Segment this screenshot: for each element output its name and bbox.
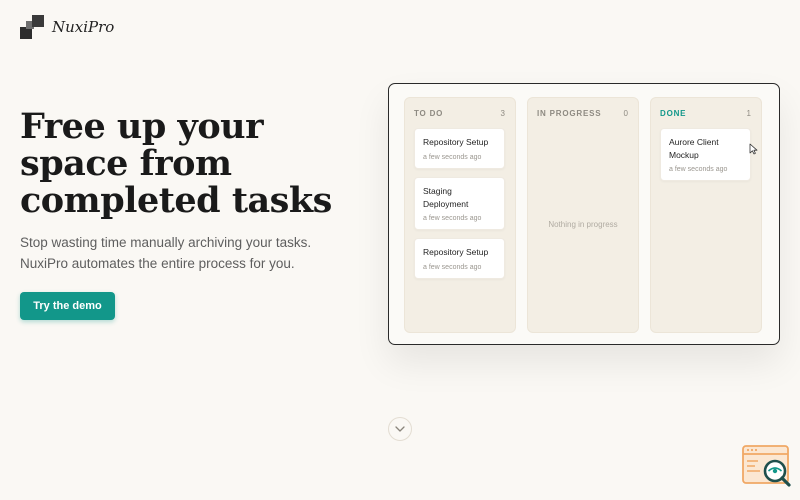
task-timestamp: a few seconds ago bbox=[423, 263, 482, 271]
task-card[interactable]: Repository Setup a few seconds ago bbox=[414, 238, 505, 279]
column-header: IN PROGRESS 0 bbox=[528, 98, 638, 118]
column-header: TO DO 3 bbox=[405, 98, 515, 118]
task-title: Repository Setup bbox=[423, 137, 489, 147]
try-demo-button[interactable]: Try the demo bbox=[20, 292, 115, 320]
task-title: Aurore Client Mockup bbox=[669, 137, 719, 160]
brand-name: NuxiPro bbox=[52, 18, 115, 36]
mouse-pointer-icon bbox=[749, 143, 758, 155]
column-done: DONE 1 Aurore Client Mockup a few second… bbox=[650, 97, 762, 333]
column-todo: TO DO 3 Repository Setup a few seconds a… bbox=[404, 97, 516, 333]
kanban-board: TO DO 3 Repository Setup a few seconds a… bbox=[388, 83, 780, 345]
task-timestamp: a few seconds ago bbox=[669, 166, 728, 173]
task-title: Repository Setup bbox=[423, 247, 489, 257]
empty-state-text: Nothing in progress bbox=[548, 220, 618, 229]
column-header: DONE 1 bbox=[651, 98, 761, 118]
brand-logo[interactable]: NuxiPro bbox=[20, 15, 114, 39]
column-count: 3 bbox=[500, 109, 505, 118]
chevron-down-icon bbox=[395, 426, 405, 432]
logo-mark-icon bbox=[20, 15, 44, 39]
hero-subtitle: Stop wasting time manually archiving you… bbox=[20, 235, 312, 271]
task-timestamp: a few seconds ago bbox=[423, 153, 482, 161]
column-title: TO DO bbox=[414, 109, 444, 118]
scroll-down-button[interactable] bbox=[388, 417, 412, 441]
column-title: DONE bbox=[660, 109, 687, 118]
column-title: IN PROGRESS bbox=[537, 109, 602, 118]
task-title: Staging Deployment bbox=[423, 186, 469, 209]
hero-title: Free up your space from completed tasks bbox=[20, 106, 332, 221]
search-analytics-icon[interactable] bbox=[742, 444, 792, 489]
column-count: 0 bbox=[623, 109, 628, 118]
task-card[interactable]: Staging Deployment a few seconds ago bbox=[414, 177, 505, 230]
column-in-progress: IN PROGRESS 0 Nothing in progress bbox=[527, 97, 639, 333]
task-card[interactable]: Repository Setup a few seconds ago bbox=[414, 128, 505, 169]
column-count: 1 bbox=[746, 109, 751, 118]
task-card[interactable]: Aurore Client Mockup a few seconds ago bbox=[660, 128, 751, 181]
task-timestamp: a few seconds ago bbox=[423, 215, 482, 222]
